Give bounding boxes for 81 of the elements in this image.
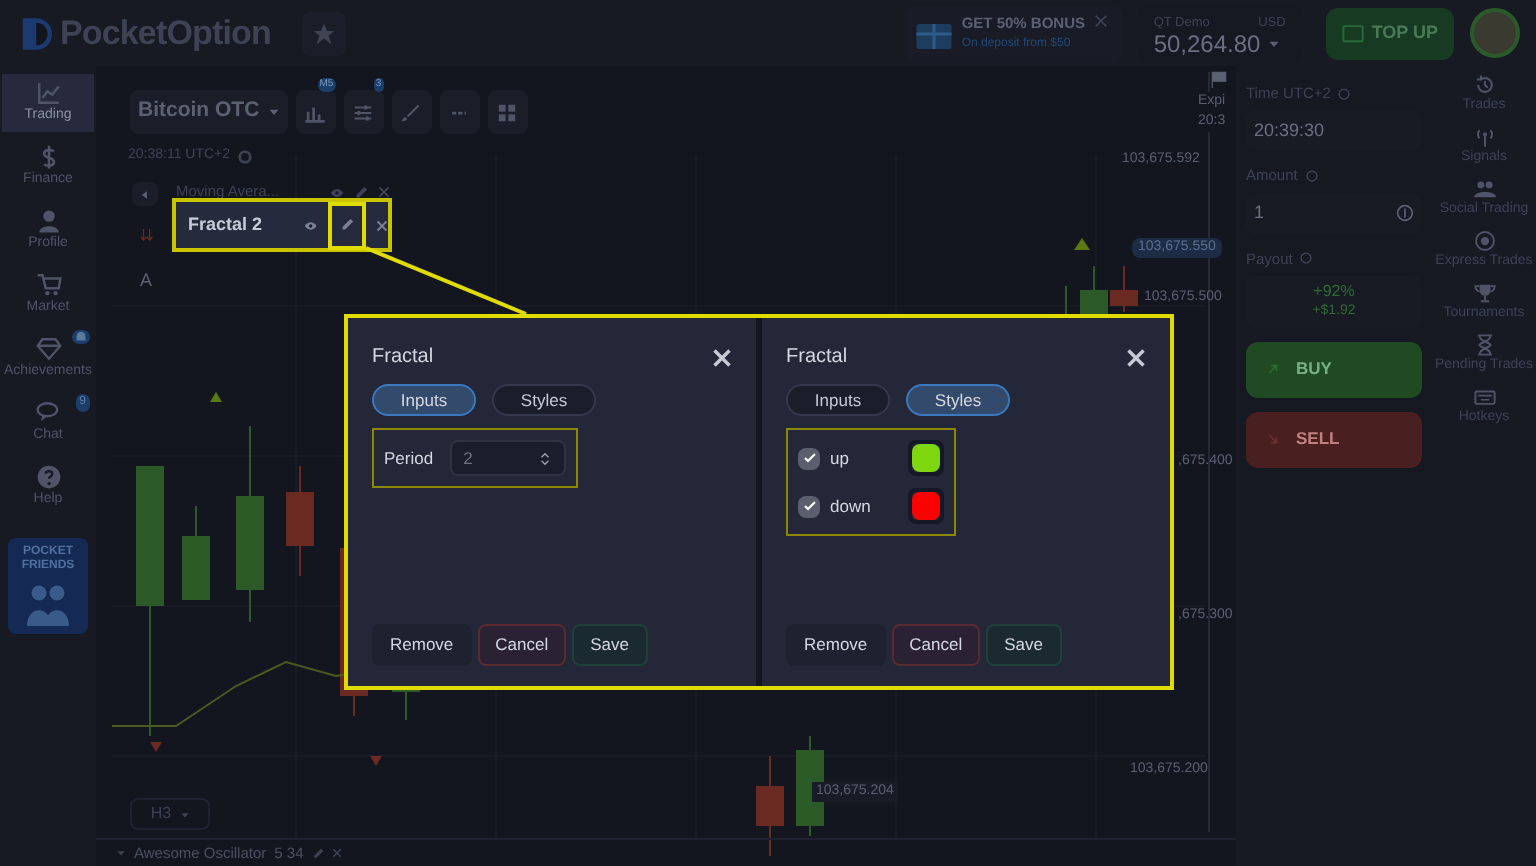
close-icon — [376, 219, 388, 231]
dialog-title: Fractal — [786, 344, 848, 372]
danger-button[interactable]: Cancel — [477, 624, 567, 666]
confirm-button[interactable]: Save — [572, 624, 647, 666]
chart-line-icon — [35, 80, 61, 106]
toolbar-button[interactable] — [391, 90, 432, 134]
brush-icon — [400, 101, 423, 123]
caret-down-icon — [179, 809, 190, 819]
caret-down-icon — [267, 106, 280, 118]
keyboard-icon — [1473, 386, 1495, 408]
chat-bubbles-icon — [35, 400, 61, 426]
hourglass-icon — [1473, 334, 1495, 356]
toolbar-button[interactable] — [343, 90, 384, 134]
tab[interactable]: Inputs — [372, 384, 476, 416]
remove-button[interactable] — [376, 219, 388, 231]
flag-icon — [1210, 70, 1228, 88]
cart-icon — [35, 272, 61, 298]
color-swatch[interactable] — [912, 444, 940, 472]
neutral-button[interactable]: Remove — [786, 624, 886, 666]
close-button[interactable] — [712, 347, 732, 367]
sell-button[interactable]: SELL — [1246, 411, 1422, 468]
collapse-button[interactable] — [132, 182, 158, 206]
target-icon — [1473, 230, 1495, 252]
dialog-title: Fractal — [372, 344, 434, 372]
neutral-button[interactable]: Remove — [372, 624, 472, 666]
checkbox[interactable] — [798, 447, 820, 469]
field-label: Period — [384, 445, 434, 471]
layout-grid-icon — [496, 101, 519, 123]
fractal-marker — [210, 392, 222, 402]
wallet-icon — [1341, 22, 1364, 44]
trophy-icon — [1473, 282, 1495, 304]
history-icon — [1473, 74, 1495, 96]
person-icon — [35, 208, 61, 234]
tab[interactable]: Styles — [492, 384, 596, 416]
arrows-down-icon — [140, 228, 154, 242]
signal-icon — [1473, 126, 1495, 148]
caret-down-icon — [116, 848, 126, 858]
color-swatch[interactable] — [912, 492, 940, 520]
arrow-down-right-icon — [1266, 432, 1280, 447]
sliders-icon — [352, 101, 375, 123]
dollar-circle-icon — [1396, 204, 1414, 222]
close-icon — [1093, 13, 1107, 27]
toolbar-button[interactable] — [487, 90, 528, 134]
checkmark-icon — [801, 498, 817, 514]
diamond-icon — [35, 336, 61, 362]
star-icon — [312, 21, 337, 45]
spinner-arrows-icon — [537, 449, 552, 467]
close-icon — [1126, 347, 1146, 367]
tab[interactable]: Inputs — [786, 384, 890, 416]
fractal-marker — [370, 756, 382, 766]
checkbox[interactable] — [798, 495, 820, 517]
balance-amount: 50,264.80 — [1153, 33, 1261, 55]
caret-down-icon — [1268, 38, 1281, 50]
close-icon — [378, 186, 390, 198]
people-icon — [1473, 178, 1495, 200]
top-up-button[interactable]: TOP UP — [1325, 7, 1454, 59]
checkmark-icon — [801, 450, 817, 466]
number-field[interactable]: 2 — [449, 440, 566, 476]
confirm-button[interactable]: Save — [986, 624, 1061, 666]
eye-icon[interactable] — [330, 185, 344, 199]
style-label: down — [830, 493, 873, 519]
pencil-icon — [340, 218, 354, 232]
caret-left-icon — [140, 189, 150, 199]
close-button[interactable] — [1126, 347, 1146, 367]
fractal-marker — [1074, 238, 1090, 250]
marker-letter: A — [140, 268, 153, 294]
close-icon — [712, 347, 732, 367]
fractal-marker — [150, 742, 162, 752]
edit-button[interactable] — [354, 185, 368, 199]
avatar[interactable] — [1470, 8, 1520, 58]
style-label: up — [830, 445, 851, 471]
buy-button[interactable]: BUY — [1246, 341, 1422, 398]
indicator-name: Fractal 2 — [188, 211, 265, 238]
arrow-up-right-icon — [1266, 362, 1280, 377]
payout-percent: +92% — [1313, 281, 1355, 302]
edit-button[interactable] — [328, 201, 366, 249]
indicator-row[interactable]: Fractal 2 — [172, 198, 392, 252]
toolbar-button[interactable] — [295, 90, 336, 134]
danger-button[interactable]: Cancel — [891, 624, 981, 666]
symbol-selector[interactable]: Bitcoin OTC — [130, 90, 288, 134]
tab[interactable]: Styles — [906, 384, 1010, 416]
